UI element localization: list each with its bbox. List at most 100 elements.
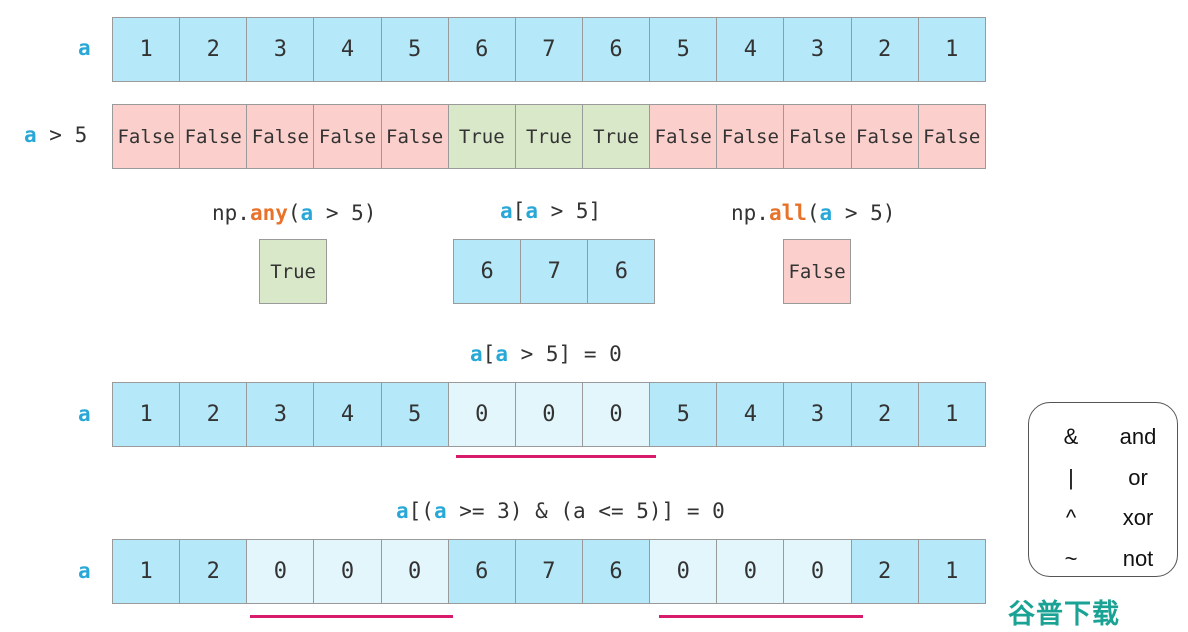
array-cell: 2 [179,539,248,604]
array-cell: 4 [716,17,785,82]
array-cell: False [850,104,919,169]
index-expression: a[a > 5] [500,199,601,223]
legend-word: xor [1122,505,1154,531]
index-var1: a [500,199,513,223]
array-cell: 3 [246,382,315,447]
operator-legend: & and | or ^ xor ~ not [1028,402,1178,577]
mask-label-rest: > 5 [36,123,88,147]
assign2-mid: [( [408,499,434,523]
all-fn: all [768,201,807,225]
index-var2: a [525,199,538,223]
array-cell: 0 [581,382,651,447]
legend-row: & and [1029,417,1177,458]
array-cell: 6 [447,539,516,604]
array-cell: False [179,104,248,169]
array-cell: True [581,104,651,169]
array-cell: 1 [917,17,986,82]
assign1-var2: a [495,342,508,366]
legend-word: or [1128,464,1148,490]
assign2-var2: a [433,499,447,523]
any-result: True [259,239,328,304]
array-cell: 0 [716,539,785,604]
array-cell: 5 [649,17,718,82]
assign1-rest: > 5] = 0 [507,342,622,366]
array-cell: 5 [380,17,449,82]
array-cell: 0 [783,539,852,604]
array-cell: 6 [581,17,651,82]
array-cell: 0 [514,382,583,447]
array-cell: 6 [453,239,522,304]
legend-word: not [1122,545,1154,571]
array-cell: 2 [179,382,248,447]
mask-label: a > 5 [24,123,87,147]
any-var: a [300,201,314,225]
array-cell: False [246,104,315,169]
array-cell: False [313,104,382,169]
index-rest: > 5] [537,199,602,223]
array-cell: True [447,104,516,169]
legend-symbol: | [1068,464,1074,490]
array-cell: 6 [587,239,656,304]
array-cell: 3 [783,17,852,82]
array-cell: False [716,104,785,169]
array-cell: 2 [850,539,919,604]
array-cell: 3 [246,17,315,82]
assign1-expression: a[a > 5] = 0 [470,342,622,366]
all-prefix: np. [731,201,769,225]
array-cell: 4 [716,382,785,447]
assign2-expression: a[(a >= 3) & (a <= 5)] = 0 [396,499,725,523]
array-cell: 1 [112,382,181,447]
legend-row: ^ xor [1029,498,1177,539]
legend-row: | or [1029,458,1177,499]
assign2-array: 1200067600021 [112,539,986,604]
legend-word: and [1119,424,1157,450]
row-a-label: a [78,36,91,60]
any-rest: > 5) [313,201,377,225]
legend-row: ~ not [1029,539,1177,580]
legend-symbol: & [1063,424,1079,450]
array-cell: 0 [649,539,718,604]
array-cell: 0 [246,539,315,604]
array-cell: False [112,104,181,169]
array-cell: False [917,104,986,169]
array-cell: 0 [380,539,449,604]
array-cell: 4 [313,382,382,447]
watermark-logo: 谷普下载 [1008,599,1120,630]
all-expression: np.all(a > 5) [731,201,895,225]
assign2-var1: a [396,499,409,523]
assign1-array: 1234500054321 [112,382,986,447]
array-cell: 5 [380,382,449,447]
array-cell: 6 [581,539,651,604]
array-cell: 6 [447,17,516,82]
array-cell: 4 [313,17,382,82]
array-cell: 0 [313,539,382,604]
all-rest: > 5) [832,201,896,225]
array-cell: 2 [850,382,919,447]
assign2-rest: >= 3) & (a <= 5)] = 0 [446,499,725,523]
array-cell: 2 [850,17,919,82]
array-cell: 1 [112,539,181,604]
mask-label-var: a [24,123,37,147]
array-cell: 0 [447,382,516,447]
legend-symbol: ~ [1064,545,1078,571]
index-mid: [ [512,199,526,223]
array-cell: 1 [917,382,986,447]
index-result: 676 [453,239,656,304]
array-cell: False [649,104,718,169]
assign1-mid: [ [482,342,496,366]
any-fn: any [249,201,288,225]
any-open: ( [287,201,301,225]
array-cell: False [783,104,852,169]
all-var: a [819,201,833,225]
array-cell: True [514,104,583,169]
array-cell: 7 [520,239,589,304]
array-cell: 1 [917,539,986,604]
array-cell: 7 [514,539,583,604]
assign1-label: a [78,402,91,426]
array-a: 1234567654321 [112,17,986,82]
array-cell: 3 [783,382,852,447]
array-cell: 1 [112,17,181,82]
underline [456,455,656,458]
array-cell: 7 [514,17,583,82]
array-cell: 5 [649,382,718,447]
